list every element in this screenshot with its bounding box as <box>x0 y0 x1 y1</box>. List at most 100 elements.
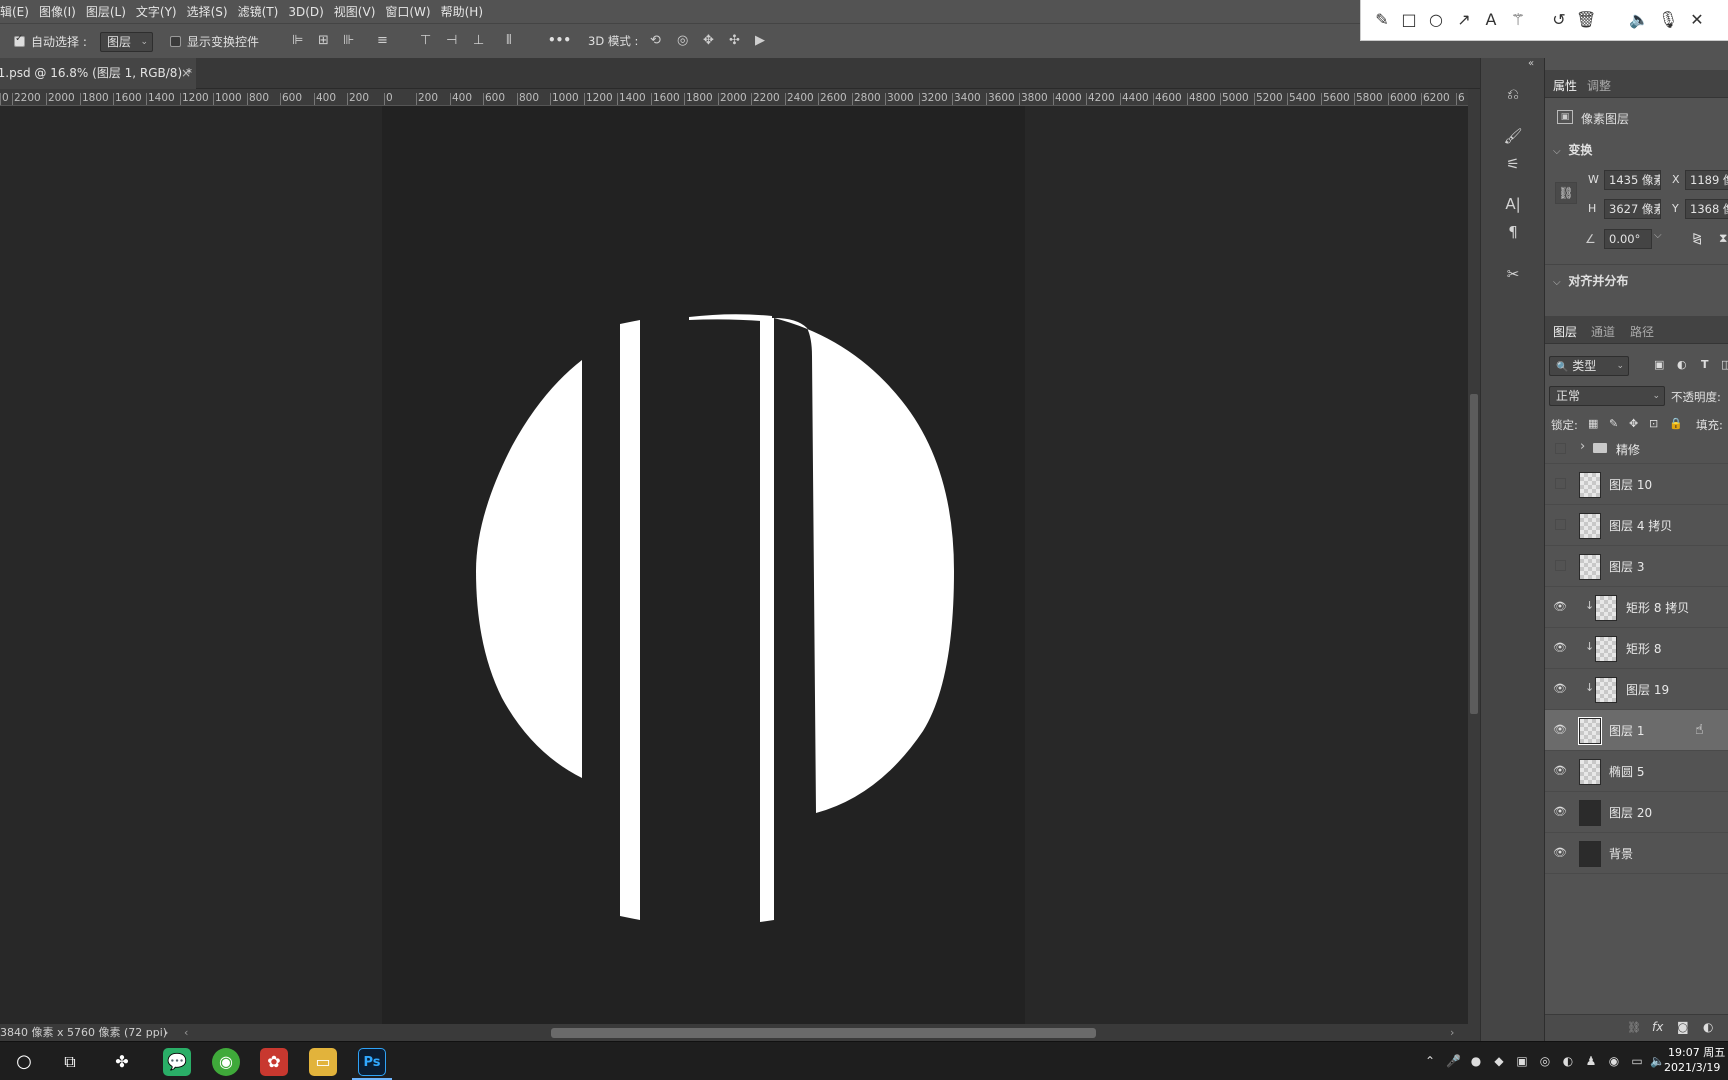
layer-row[interactable]: 👁 背景 <box>1545 833 1728 874</box>
layer-row[interactable]: 👁 ↓ 图层 19 <box>1545 669 1728 710</box>
undo-icon[interactable]: ↺ <box>1549 10 1569 30</box>
align-distribute-header[interactable]: ⌵ 对齐并分布 <box>1553 272 1628 289</box>
tab-channels[interactable]: 通道 <box>1591 323 1615 340</box>
tab-properties[interactable]: 属性 <box>1553 77 1577 94</box>
y-field[interactable]: 1368 像 <box>1685 199 1728 219</box>
menu-type[interactable]: 文字(Y) <box>131 3 182 20</box>
3d-slide-icon[interactable]: ✣ <box>729 34 740 48</box>
layer-row[interactable]: 图层 3 <box>1545 546 1728 587</box>
lock-position-icon[interactable]: ✥ <box>1629 417 1638 430</box>
document-tab[interactable]: 71.psd @ 16.8% (图层 1, RGB/8) * × <box>0 58 196 89</box>
layer-row[interactable]: 图层 4 拷贝 <box>1545 505 1728 546</box>
menu-help[interactable]: 帮助(H) <box>436 3 488 20</box>
fx-icon[interactable]: fx <box>1652 1020 1663 1034</box>
3d-orbit-icon[interactable]: ⟲ <box>650 34 661 48</box>
arrow-icon[interactable]: ↗ <box>1454 10 1474 30</box>
volume-icon[interactable]: 🔈 <box>1650 1054 1665 1068</box>
menu-image[interactable]: 图像(I) <box>34 3 81 20</box>
3d-pan-icon[interactable]: ✥ <box>703 34 714 48</box>
tray-app-icon[interactable]: ◎ <box>1538 1054 1552 1068</box>
eye-icon[interactable]: 👁 <box>1552 682 1568 696</box>
microphone-icon[interactable]: 🎙 <box>1658 10 1678 30</box>
document-canvas[interactable] <box>382 106 1025 1024</box>
layer-row[interactable]: 👁 ↓ 矩形 8 <box>1545 628 1728 669</box>
tray-app-icon[interactable]: ▣ <box>1515 1054 1529 1068</box>
tab-adjustments[interactable]: 调整 <box>1587 77 1611 94</box>
speaker-icon[interactable]: 🔈 <box>1629 10 1649 30</box>
red-app-icon[interactable]: ✿ <box>260 1048 288 1076</box>
close-icon[interactable]: ✕ <box>1687 10 1707 30</box>
collapse-panels-icon[interactable]: « <box>1528 58 1534 69</box>
eye-icon[interactable]: 👁 <box>1552 641 1568 655</box>
file-explorer-icon[interactable]: ▭ <box>309 1048 337 1076</box>
display-icon[interactable]: ▭ <box>1630 1054 1644 1068</box>
align-right-icon[interactable]: ⊪ <box>343 34 354 48</box>
search-icon[interactable]: ○ <box>10 1048 38 1076</box>
chevron-right-icon[interactable]: › <box>1580 439 1585 454</box>
eye-icon[interactable]: 👁 <box>1552 723 1568 737</box>
visibility-toggle[interactable] <box>1555 478 1566 489</box>
circle-icon[interactable]: ○ <box>1426 10 1446 30</box>
link-proportions-icon[interactable]: ⛓ <box>1555 182 1577 204</box>
menu-window[interactable]: 窗口(W) <box>380 3 435 20</box>
visibility-toggle[interactable] <box>1555 443 1566 454</box>
brush-settings-icon[interactable]: 🖌 <box>1501 124 1525 148</box>
more-options-button[interactable]: ••• <box>548 33 571 47</box>
menu-select[interactable]: 选择(S) <box>182 3 233 20</box>
horizontal-scroll-thumb[interactable] <box>551 1028 1096 1038</box>
angle-field[interactable]: 0.00° <box>1604 229 1652 249</box>
filter-shape-icon[interactable]: ◫ <box>1721 358 1728 371</box>
layer-row[interactable]: 👁 图层 1 ☝ <box>1545 710 1728 751</box>
transform-header[interactable]: ⌵ 变换 <box>1553 141 1592 158</box>
filter-pixel-icon[interactable]: ▣ <box>1654 358 1664 371</box>
photoshop-icon[interactable]: Ps <box>358 1048 386 1076</box>
pencil-icon[interactable]: ✎ <box>1372 10 1392 30</box>
rectangle-icon[interactable]: □ <box>1399 10 1419 30</box>
canvas-area[interactable] <box>0 106 1468 1024</box>
menu-3d[interactable]: 3D(D) <box>283 5 328 19</box>
trash-icon[interactable]: 🗑 <box>1576 10 1596 30</box>
align-vcenter-icon[interactable]: ⊣ <box>446 34 457 48</box>
eye-icon[interactable]: 👁 <box>1552 805 1568 819</box>
menu-filter[interactable]: 滤镜(T) <box>233 3 284 20</box>
auto-select-dropdown[interactable]: 图层 ⌄ <box>100 32 153 52</box>
blend-mode-dropdown[interactable]: 正常 ⌄ <box>1549 386 1665 406</box>
clock-date[interactable]: 2021/3/19 <box>1664 1061 1720 1074</box>
height-field[interactable]: 3627 像素 <box>1604 199 1661 219</box>
layer-row[interactable]: 👁 椭圆 5 <box>1545 751 1728 792</box>
lock-artboard-icon[interactable]: ⊡ <box>1649 417 1658 430</box>
lock-all-icon[interactable]: 🔒 <box>1669 417 1683 430</box>
flip-horizontal-icon[interactable]: ⧎ <box>1692 231 1702 245</box>
align-bottom-icon[interactable]: ⊥ <box>473 34 484 48</box>
distribute-icon[interactable]: ≡ <box>377 34 388 48</box>
width-field[interactable]: 1435 像素 <box>1604 170 1661 190</box>
link-layers-icon[interactable]: ⛓ <box>1627 1021 1641 1034</box>
filter-type-icon[interactable]: T <box>1701 358 1709 371</box>
lock-paint-icon[interactable]: ✎ <box>1609 417 1618 430</box>
tab-layers[interactable]: 图层 <box>1553 323 1577 340</box>
layer-filter-dropdown[interactable]: 🔍 类型 ⌄ <box>1549 356 1629 376</box>
3d-roll-icon[interactable]: ◎ <box>677 34 688 48</box>
menu-edit[interactable]: 辑(E) <box>0 3 34 20</box>
tray-app-icon[interactable]: ◆ <box>1492 1054 1506 1068</box>
eye-icon[interactable]: 👁 <box>1552 600 1568 614</box>
status-menu-arrow[interactable]: › <box>164 1024 168 1041</box>
visibility-toggle[interactable] <box>1555 519 1566 530</box>
character-icon[interactable]: A| <box>1501 192 1525 216</box>
adjustments-icon[interactable]: ⚟ <box>1501 152 1525 176</box>
layer-row[interactable]: 图层 10 <box>1545 464 1728 505</box>
new-adjustment-icon[interactable]: ◐ <box>1703 1020 1713 1034</box>
vertical-scrollbar[interactable] <box>1468 89 1480 1024</box>
paragraph-icon[interactable]: ¶ <box>1501 220 1525 244</box>
x-field[interactable]: 1189 像 <box>1685 170 1728 190</box>
3d-camera-icon[interactable]: ▶ <box>755 34 765 48</box>
tray-app-icon[interactable]: ◐ <box>1561 1054 1575 1068</box>
eye-icon[interactable]: 👁 <box>1552 764 1568 778</box>
auto-select-checkbox[interactable] <box>14 33 25 47</box>
scroll-left-icon[interactable]: ‹ <box>184 1024 188 1041</box>
clock-time[interactable]: 19:07 周五 <box>1668 1044 1725 1060</box>
tray-app-icon[interactable]: ◉ <box>1607 1054 1621 1068</box>
layer-row[interactable]: › 精修 <box>1545 434 1728 464</box>
text-icon[interactable]: A <box>1481 10 1501 30</box>
tab-paths[interactable]: 路径 <box>1630 323 1654 340</box>
